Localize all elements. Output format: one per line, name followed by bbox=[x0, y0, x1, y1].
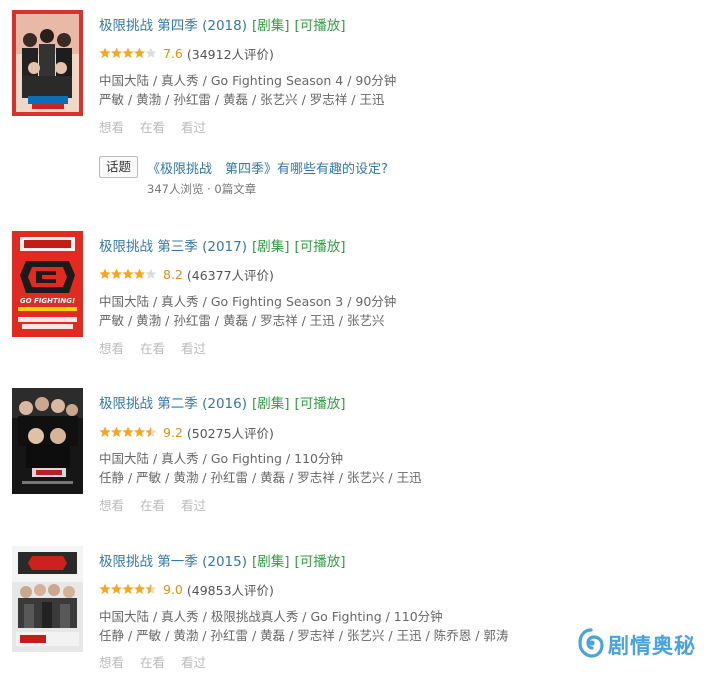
rating-line: 9.0 (49853人评价) bbox=[99, 580, 274, 598]
result-cast: 任静 / 严敏 / 黄渤 / 孙红雷 / 黄磊 / 罗志祥 / 张艺兴 / 王迅 bbox=[99, 470, 422, 485]
result-actions: 想看 在看 看过 bbox=[99, 652, 206, 671]
rating-score: 9.2 bbox=[163, 424, 183, 440]
result-title-link[interactable]: 极限挑战 第二季 (2016) bbox=[99, 396, 247, 412]
star-icon bbox=[122, 583, 134, 594]
star-icon bbox=[145, 47, 157, 58]
result-meta: 中国大陆 / 真人秀 / 极限挑战真人秀 / Go Fighting / 110… bbox=[99, 609, 443, 624]
tag-series[interactable]: [剧集] bbox=[252, 239, 290, 255]
watermark-logo-icon bbox=[578, 628, 604, 662]
watching-button[interactable]: 在看 bbox=[140, 117, 165, 136]
result-title-link[interactable]: 极限挑战 第一季 (2015) bbox=[99, 554, 247, 570]
star-icon bbox=[145, 268, 157, 279]
tag-series[interactable]: [剧集] bbox=[252, 396, 290, 412]
watching-button[interactable]: 在看 bbox=[140, 338, 165, 357]
rating-line: 8.2 (46377人评价) bbox=[99, 265, 274, 283]
watched-button[interactable]: 看过 bbox=[181, 117, 206, 136]
poster-season-3[interactable]: GO FIGHTING! bbox=[12, 231, 83, 337]
rating-stars-icon bbox=[99, 583, 157, 595]
tag-playable[interactable]: [可播放] bbox=[295, 18, 346, 34]
rating-stars-icon bbox=[99, 426, 157, 438]
rating-votes: (34912人评价) bbox=[186, 46, 274, 62]
star-icon bbox=[99, 426, 111, 437]
star-icon bbox=[99, 268, 111, 279]
tag-series[interactable]: [剧集] bbox=[252, 554, 290, 570]
result-actions: 想看 在看 看过 bbox=[99, 117, 206, 136]
star-icon bbox=[134, 426, 145, 437]
star-icon bbox=[111, 268, 122, 279]
star-icon bbox=[145, 426, 157, 437]
star-icon bbox=[99, 47, 111, 58]
want-to-watch-button[interactable]: 想看 bbox=[99, 652, 124, 671]
result-cast: 严敏 / 黄渤 / 孙红雷 / 黄磊 / 罗志祥 / 王迅 / 张艺兴 bbox=[99, 313, 385, 328]
want-to-watch-button[interactable]: 想看 bbox=[99, 495, 124, 514]
star-icon bbox=[122, 47, 134, 58]
star-icon bbox=[122, 268, 134, 279]
result-meta: 中国大陆 / 真人秀 / Go Fighting / 110分钟 bbox=[99, 451, 343, 466]
watching-button[interactable]: 在看 bbox=[140, 652, 165, 671]
want-to-watch-button[interactable]: 想看 bbox=[99, 117, 124, 136]
rating-score: 7.6 bbox=[163, 45, 183, 61]
rating-line: 7.6 (34912人评价) bbox=[99, 44, 274, 62]
tag-series[interactable]: [剧集] bbox=[252, 18, 290, 34]
watched-button[interactable]: 看过 bbox=[181, 652, 206, 671]
rating-score: 9.0 bbox=[163, 581, 183, 597]
star-icon bbox=[111, 426, 122, 437]
result-title-link[interactable]: 极限挑战 第三季 (2017) bbox=[99, 239, 247, 255]
result-title-line: 极限挑战 第三季 (2017) [剧集] [可播放] bbox=[99, 235, 346, 255]
result-title-line: 极限挑战 第一季 (2015) [剧集] [可播放] bbox=[99, 550, 346, 570]
rating-score: 8.2 bbox=[163, 266, 183, 282]
watermark: 剧情奥秘 bbox=[578, 625, 696, 665]
poster-season-1[interactable] bbox=[12, 546, 83, 652]
result-meta: 中国大陆 / 真人秀 / Go Fighting Season 4 / 90分钟 bbox=[99, 73, 397, 88]
topic-badge[interactable]: 话题 bbox=[99, 156, 139, 178]
star-icon bbox=[134, 47, 145, 58]
result-cast: 严敏 / 黄渤 / 孙红雷 / 黄磊 / 张艺兴 / 罗志祥 / 王迅 bbox=[99, 92, 385, 107]
poster-season-2[interactable] bbox=[12, 388, 83, 494]
rating-votes: (50275人评价) bbox=[186, 425, 274, 441]
result-title-line: 极限挑战 第二季 (2016) [剧集] [可播放] bbox=[99, 392, 346, 412]
watched-button[interactable]: 看过 bbox=[181, 495, 206, 514]
tag-playable[interactable]: [可播放] bbox=[295, 554, 346, 570]
rating-line: 9.2 (50275人评价) bbox=[99, 423, 274, 441]
star-icon bbox=[122, 426, 134, 437]
result-actions: 想看 在看 看过 bbox=[99, 495, 206, 514]
star-icon bbox=[99, 583, 111, 594]
rating-votes: (49853人评价) bbox=[186, 582, 274, 598]
watching-button[interactable]: 在看 bbox=[140, 495, 165, 514]
result-title-line: 极限挑战 第四季 (2018) [剧集] [可播放] bbox=[99, 14, 346, 34]
poster-caption: GO FIGHTING! bbox=[19, 297, 76, 305]
rating-stars-icon bbox=[99, 47, 157, 59]
topic-block: 话题 《极限挑战 第四季》有哪些有趣的设定? 347人浏览 · 0篇文章 bbox=[99, 156, 699, 198]
tag-playable[interactable]: [可播放] bbox=[295, 396, 346, 412]
star-icon bbox=[145, 583, 157, 594]
tag-playable[interactable]: [可播放] bbox=[295, 239, 346, 255]
watched-button[interactable]: 看过 bbox=[181, 338, 206, 357]
result-meta: 中国大陆 / 真人秀 / Go Fighting Season 3 / 90分钟 bbox=[99, 294, 397, 309]
star-icon bbox=[111, 583, 122, 594]
rating-votes: (46377人评价) bbox=[186, 267, 274, 283]
topic-stats: 347人浏览 · 0篇文章 bbox=[147, 182, 257, 196]
rating-stars-icon bbox=[99, 268, 157, 280]
star-icon bbox=[134, 268, 145, 279]
star-icon bbox=[111, 47, 122, 58]
result-title-link[interactable]: 极限挑战 第四季 (2018) bbox=[99, 18, 247, 34]
star-icon bbox=[134, 583, 145, 594]
topic-question-link[interactable]: 《极限挑战 第四季》有哪些有趣的设定? bbox=[147, 158, 388, 177]
result-cast: 任静 / 严敏 / 黄渤 / 孙红雷 / 黄磊 / 罗志祥 / 张艺兴 / 王迅… bbox=[99, 628, 509, 643]
result-actions: 想看 在看 看过 bbox=[99, 338, 206, 357]
poster-season-4[interactable] bbox=[12, 10, 83, 116]
want-to-watch-button[interactable]: 想看 bbox=[99, 338, 124, 357]
watermark-text: 剧情奥秘 bbox=[608, 634, 696, 658]
